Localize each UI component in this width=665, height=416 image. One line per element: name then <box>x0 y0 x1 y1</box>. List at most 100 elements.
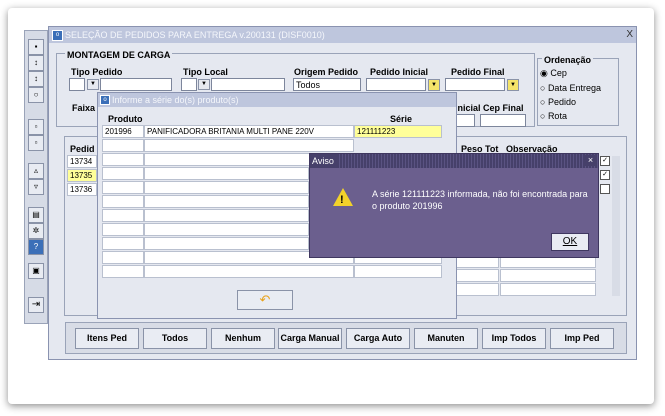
serie-dialog-title: Informe a série do(s) produto(s) <box>112 95 239 105</box>
list-item[interactable] <box>144 139 354 152</box>
serie-input[interactable]: 121111223 <box>354 125 442 138</box>
sort-za-icon[interactable]: ↕ <box>28 71 44 87</box>
list-item[interactable] <box>144 195 309 208</box>
radio-rota-label: Rota <box>547 111 567 121</box>
tipo-pedido-field[interactable] <box>69 78 85 91</box>
aviso-title-bar: Aviso × <box>310 154 598 168</box>
row-checkbox[interactable]: ✓ <box>600 156 610 166</box>
tipo-local-desc-field[interactable] <box>211 78 285 91</box>
cep-inicial-field[interactable] <box>455 114 475 127</box>
ok-button[interactable]: OK <box>551 233 589 251</box>
list-scrollbar[interactable] <box>612 156 620 296</box>
radio-data-entrega[interactable]: ○ Data Entrega <box>540 83 601 93</box>
chevron-down-icon[interactable]: ▼ <box>507 79 519 91</box>
radio-pedido[interactable]: ○ Pedido <box>540 97 576 107</box>
list-item[interactable] <box>144 167 309 180</box>
pedido-final-field[interactable] <box>445 78 505 91</box>
manuten-button[interactable]: Manuten <box>414 328 478 349</box>
list-item[interactable] <box>102 223 144 236</box>
sort-az-icon[interactable]: ↕ <box>28 55 44 71</box>
settings-icon[interactable]: ✲ <box>28 223 44 239</box>
montagem-carga-label: MONTAGEM DE CARGA <box>65 50 173 60</box>
produto-col-header: Produto <box>108 114 143 124</box>
list-item[interactable] <box>144 237 309 250</box>
serie-dialog-title-bar: o Informe a série do(s) produto(s) <box>98 93 456 107</box>
aviso-message: A série 121111223 informada, não foi enc… <box>372 189 588 211</box>
list-item[interactable] <box>102 209 144 222</box>
tipo-local-label: Tipo Local <box>183 67 228 77</box>
carga-auto-button[interactable]: Carga Auto <box>346 328 410 349</box>
pedido-inicial-label: Pedido Inicial <box>370 67 429 77</box>
prev-icon[interactable]: ▵ <box>28 163 44 179</box>
disk-icon[interactable]: ▣ <box>28 263 44 279</box>
serie-col-header: Série <box>390 114 413 124</box>
row-checkbox[interactable]: ✓ <box>600 170 610 180</box>
list-item[interactable] <box>144 209 309 222</box>
produto-descricao-cell[interactable]: PANIFICADORA BRITANIA MULTI PANE 220V <box>144 125 354 138</box>
chevron-down-icon[interactable]: ▼ <box>198 79 210 90</box>
copy-doc-icon[interactable]: ▫ <box>28 135 44 151</box>
return-button[interactable]: ↶ <box>237 290 293 310</box>
pedido-col-header: Pedid <box>70 144 95 154</box>
help-icon[interactable]: ? <box>28 239 44 255</box>
list-item <box>500 269 596 282</box>
pedido-final-label: Pedido Final <box>451 67 505 77</box>
origem-pedido-select[interactable]: Todos <box>293 78 361 91</box>
list-item[interactable] <box>102 251 144 264</box>
list-item[interactable] <box>102 237 144 250</box>
list-item[interactable] <box>102 181 144 194</box>
action-button-bar: Itens Ped Todos Nenhum Carga Manual Carg… <box>65 322 627 354</box>
radio-data-entrega-label: Data Entrega <box>547 83 601 93</box>
list-item[interactable] <box>102 139 144 152</box>
list-item <box>455 269 499 282</box>
radio-cep[interactable]: ◉ Cep <box>540 68 567 79</box>
produto-codigo-cell[interactable]: 201996 <box>102 125 144 138</box>
imp-todos-button[interactable]: Imp Todos <box>482 328 546 349</box>
app-icon: o <box>52 30 63 41</box>
carga-manual-button[interactable]: Carga Manual <box>278 328 342 349</box>
exit-icon[interactable]: ⇥ <box>28 297 44 313</box>
table-row[interactable]: 13734 <box>67 155 97 168</box>
faixa-label: Faixa <box>72 103 96 113</box>
list-item[interactable] <box>102 153 144 166</box>
new-doc-icon[interactable]: ▫ <box>28 119 44 135</box>
table-row[interactable]: 13735 <box>67 169 97 182</box>
table-row[interactable]: 13736 <box>67 183 97 196</box>
window-title-bar: o SELEÇÃO DE PEDIDOS PARA ENTREGA v.2001… <box>49 27 636 43</box>
radio-cep-label: Cep <box>550 68 567 78</box>
list-item[interactable] <box>354 265 442 278</box>
close-icon[interactable]: X <box>626 27 633 43</box>
tipo-pedido-desc-field[interactable] <box>100 78 172 91</box>
list-item[interactable] <box>144 223 309 236</box>
next-icon[interactable]: ▿ <box>28 179 44 195</box>
undo-arrow-icon: ↶ <box>259 292 271 307</box>
close-icon[interactable]: × <box>585 155 596 166</box>
app-icon: o <box>100 95 110 105</box>
radio-rota[interactable]: ○ Rota <box>540 111 567 121</box>
list-item <box>455 283 499 296</box>
chevron-down-icon[interactable]: ▼ <box>428 79 440 91</box>
imp-ped-button[interactable]: Imp Ped <box>550 328 614 349</box>
ordenacao-label: Ordenação <box>542 55 594 65</box>
nenhum-button[interactable]: Nenhum <box>211 328 275 349</box>
edit-icon[interactable]: ▤ <box>28 207 44 223</box>
refresh-icon[interactable]: ○ <box>28 87 44 103</box>
list-item[interactable] <box>102 195 144 208</box>
list-item[interactable] <box>102 167 144 180</box>
radio-pedido-label: Pedido <box>547 97 576 107</box>
itens-ped-button[interactable]: Itens Ped <box>75 328 139 349</box>
list-item[interactable] <box>144 265 354 278</box>
save-icon[interactable]: ▪ <box>28 39 44 55</box>
list-item[interactable] <box>102 265 144 278</box>
list-item <box>500 283 596 296</box>
pedido-inicial-field[interactable] <box>366 78 426 91</box>
todos-button[interactable]: Todos <box>143 328 207 349</box>
list-item[interactable] <box>144 181 309 194</box>
aviso-title: Aviso <box>312 154 337 168</box>
tipo-local-field[interactable] <box>181 78 197 91</box>
left-toolbar: ▪ ↕ ↕ ○ ▫ ▫ ▵ ▿ ▤ ✲ ? ▣ ⇥ <box>24 30 48 324</box>
row-checkbox[interactable] <box>600 184 610 194</box>
cep-final-field[interactable] <box>480 114 526 127</box>
chevron-down-icon[interactable]: ▼ <box>87 79 99 90</box>
cep-final-label: Cep Final <box>483 103 524 113</box>
